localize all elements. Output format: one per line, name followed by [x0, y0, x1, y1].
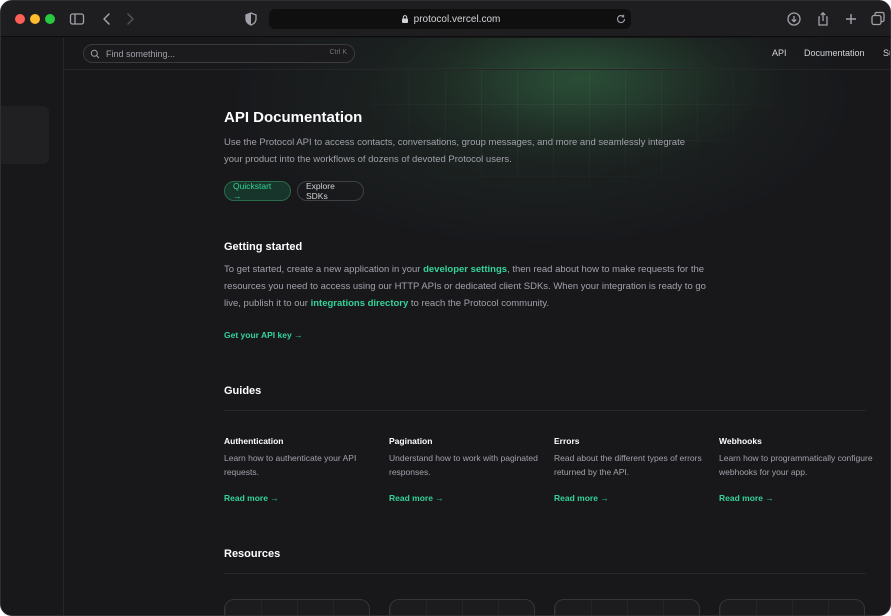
back-icon[interactable]: [97, 9, 117, 29]
close-window-button[interactable]: [15, 14, 25, 24]
guide-title: Errors: [554, 436, 580, 446]
address-text: protocol.vercel.com: [413, 13, 501, 25]
new-tab-icon[interactable]: [841, 9, 861, 29]
nav-link-support[interactable]: Su: [883, 48, 890, 58]
resource-card-pattern: [555, 600, 699, 615]
getting-started-text: To get started, create a new application…: [224, 261, 709, 312]
page-title: API Documentation: [224, 109, 363, 126]
browser-window: protocol.vercel.com Find something... Ct…: [0, 0, 891, 616]
sidebar-divider: [63, 38, 64, 615]
resource-card[interactable]: [554, 599, 700, 615]
guide-card-pagination: Pagination Understand how to work with p…: [389, 436, 544, 503]
lock-icon: [400, 14, 410, 24]
guide-title: Pagination: [389, 436, 433, 446]
browser-toolbar: protocol.vercel.com: [1, 1, 890, 37]
address-bar[interactable]: protocol.vercel.com: [269, 9, 631, 29]
forward-icon[interactable]: [120, 9, 140, 29]
guide-read-more-link[interactable]: Read more →: [719, 493, 774, 503]
search-shortcut: Ctrl K: [329, 49, 348, 56]
guide-read-more-link[interactable]: Read more →: [224, 493, 279, 503]
top-navigation: Find something... Ctrl K API Documentati…: [64, 38, 890, 70]
zoom-window-button[interactable]: [45, 14, 55, 24]
guide-read-more-link[interactable]: Read more →: [554, 493, 609, 503]
guides-divider: [224, 410, 866, 411]
get-api-key-link[interactable]: Get your API key →: [224, 330, 303, 340]
guide-card-webhooks: Webhooks Learn how to programmatically c…: [719, 436, 874, 503]
nav-link-documentation[interactable]: Documentation: [804, 48, 865, 58]
guide-card-authentication: Authentication Learn how to authenticate…: [224, 436, 379, 503]
developer-settings-link[interactable]: developer settings: [423, 264, 507, 275]
guide-description: Read about the different types of errors…: [554, 453, 702, 477]
guide-description: Learn how to authenticate your API reque…: [224, 453, 357, 477]
nav-link-api[interactable]: API: [772, 48, 787, 58]
resources-divider: [224, 573, 866, 574]
sidebar-card: [1, 106, 49, 164]
search-placeholder: Find something...: [106, 48, 176, 59]
minimize-window-button[interactable]: [30, 14, 40, 24]
resource-card[interactable]: [224, 599, 370, 615]
resource-card-pattern: [390, 600, 534, 615]
guide-title: Authentication: [224, 436, 284, 446]
quickstart-button[interactable]: Quickstart →: [224, 181, 291, 201]
reload-icon[interactable]: [615, 13, 627, 25]
guide-card-errors: Errors Read about the different types of…: [554, 436, 709, 503]
share-icon[interactable]: [813, 9, 833, 29]
sidebar-toggle-icon[interactable]: [67, 9, 87, 29]
getting-started-heading: Getting started: [224, 241, 303, 253]
privacy-shield-icon[interactable]: [241, 9, 261, 29]
resource-card-pattern: [720, 600, 864, 615]
guides-heading: Guides: [224, 385, 262, 397]
search-input[interactable]: Find something... Ctrl K: [83, 44, 355, 63]
download-icon[interactable]: [784, 9, 804, 29]
guide-description: Learn how to programmatically configure …: [719, 453, 873, 477]
getting-started-text-part: To get started, create a new application…: [224, 264, 424, 275]
getting-started-text-part: to reach the Protocol community.: [408, 298, 550, 309]
guide-title: Webhooks: [719, 436, 762, 446]
resource-card[interactable]: [719, 599, 865, 615]
page-intro: Use the Protocol API to access contacts,…: [224, 137, 685, 165]
integrations-directory-link[interactable]: integrations directory: [311, 298, 409, 309]
resource-card[interactable]: [389, 599, 535, 615]
web-page: Find something... Ctrl K API Documentati…: [1, 38, 890, 615]
resources-heading: Resources: [224, 548, 281, 560]
guide-read-more-link[interactable]: Read more →: [389, 493, 444, 503]
search-icon: [90, 49, 100, 59]
explore-sdks-button[interactable]: Explore SDKs: [297, 181, 364, 201]
tab-overview-icon[interactable]: [868, 9, 888, 29]
guide-description: Understand how to work with paginated re…: [389, 453, 538, 477]
resource-card-pattern: [225, 600, 369, 615]
